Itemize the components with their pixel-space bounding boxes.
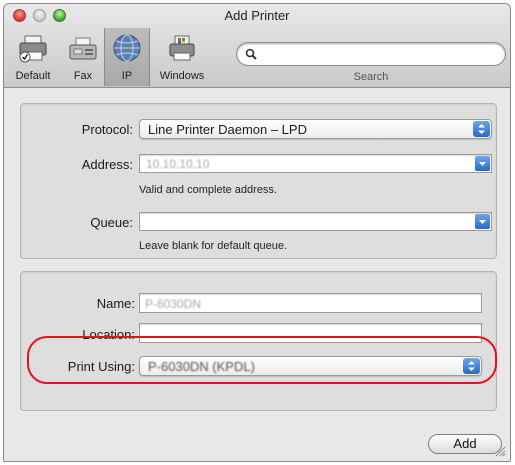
address-value: 10.10.10.10 (146, 157, 210, 171)
toolbar-default[interactable]: Default (4, 28, 62, 86)
search-icon (245, 48, 257, 60)
name-label: Name: (96, 296, 135, 311)
toolbar-fax[interactable]: Fax (62, 28, 104, 86)
title-toolbar: Add Printer Default Fax IP Windows Searc… (4, 4, 510, 88)
popup-arrows-icon (473, 121, 490, 137)
print-using-highlight-annotation (27, 336, 497, 384)
windows-printer-icon (169, 35, 195, 61)
protocol-label: Protocol: (81, 122, 133, 137)
address-label: Address: (81, 157, 133, 172)
search-field[interactable] (236, 42, 506, 66)
queue-label: Queue: (90, 215, 133, 230)
add-printer-window: Add Printer Default Fax IP Windows Searc… (3, 3, 511, 462)
ip-globe-icon (113, 34, 141, 62)
toolbar-windows[interactable]: Windows (150, 28, 214, 86)
search-label: Search (353, 71, 389, 83)
toolbar-default-label: Default (15, 70, 51, 82)
toolbar-windows-label: Windows (159, 70, 205, 82)
name-value: P-6030DN (145, 297, 202, 311)
queue-hint: Leave blank for default queue. (139, 240, 288, 252)
toolbar-fax-label: Fax (73, 70, 93, 82)
chevron-down-icon[interactable] (475, 156, 490, 171)
resize-grip-icon[interactable] (495, 446, 506, 457)
address-hint: Valid and complete address. (139, 184, 277, 196)
protocol-popup[interactable]: Line Printer Daemon – LPD (139, 119, 492, 139)
name-field[interactable]: P-6030DN (139, 293, 482, 313)
toolbar-ip[interactable]: IP (104, 28, 150, 86)
chevron-down-icon[interactable] (475, 214, 490, 229)
window-title: Add Printer (224, 8, 290, 23)
content-area: Protocol: Line Printer Daemon – LPD Addr… (4, 89, 510, 461)
search-input[interactable] (263, 46, 495, 63)
connection-group: Protocol: Line Printer Daemon – LPD Addr… (20, 103, 497, 259)
queue-combo[interactable] (139, 212, 492, 231)
toolbar-ip-label: IP (121, 70, 133, 82)
fax-icon (69, 37, 97, 60)
default-printer-icon (19, 35, 47, 63)
protocol-value: Line Printer Daemon – LPD (148, 122, 307, 137)
address-combo[interactable]: 10.10.10.10 (139, 154, 492, 173)
add-button[interactable]: Add (428, 434, 502, 454)
